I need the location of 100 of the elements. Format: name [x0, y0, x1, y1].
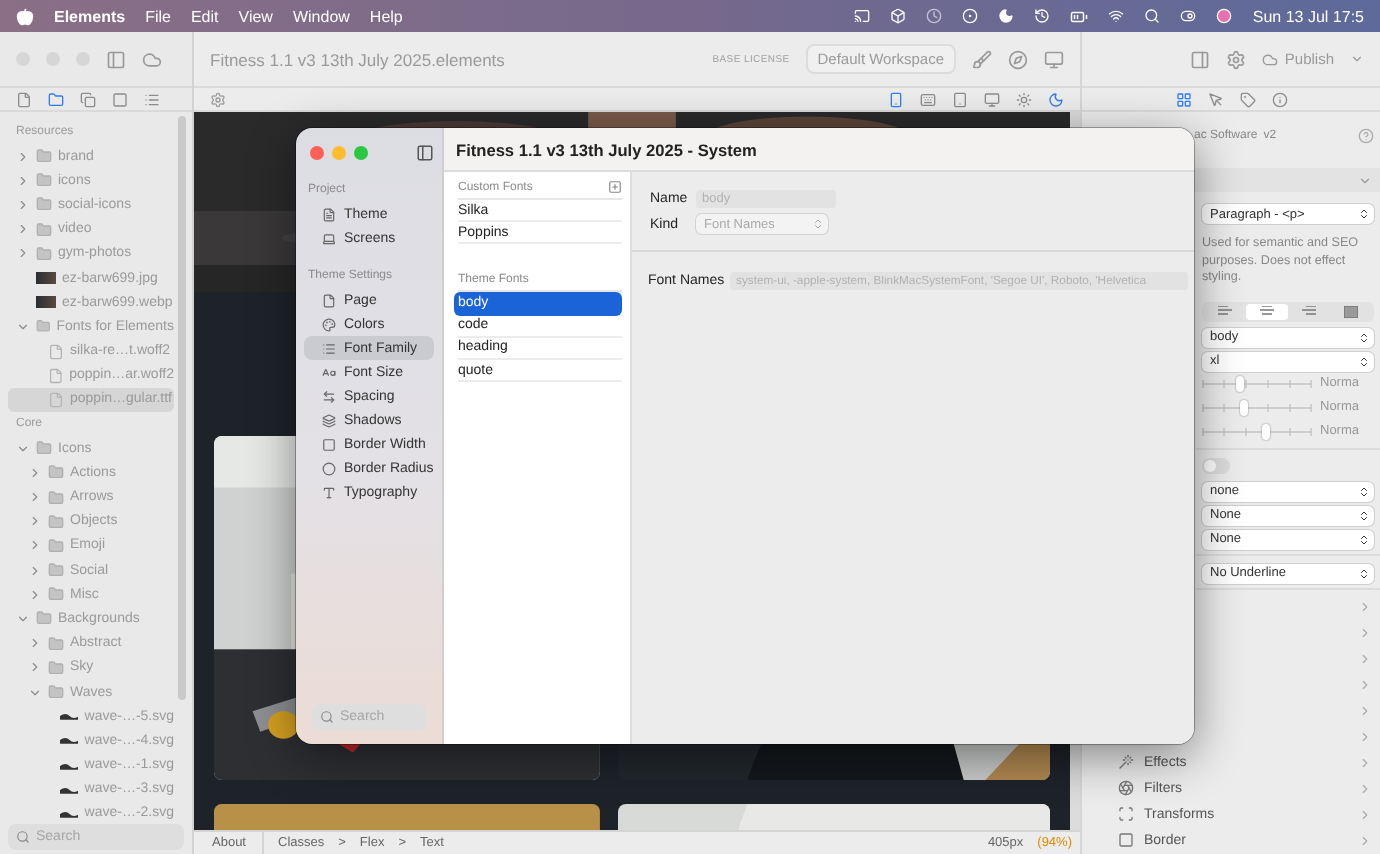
slider[interactable] — [1202, 375, 1312, 391]
search-icon — [16, 830, 30, 844]
wifi-icon[interactable] — [1108, 8, 1125, 24]
search-icon — [320, 710, 334, 724]
circle-icon — [322, 461, 336, 475]
slider-thumb[interactable] — [1261, 423, 1270, 439]
compass-icon[interactable] — [1008, 49, 1028, 69]
info-icon[interactable] — [1271, 91, 1287, 107]
wand-icon — [1118, 754, 1134, 770]
document-icon — [322, 207, 336, 221]
search-icon[interactable] — [1144, 8, 1161, 24]
chevron-down-icon[interactable] — [16, 611, 30, 626]
scrollbar[interactable] — [178, 116, 186, 700]
grid-icon[interactable] — [1175, 91, 1191, 107]
align-option[interactable] — [1246, 303, 1288, 319]
page-icon — [322, 293, 336, 307]
sidebar-tab[interactable] — [112, 91, 128, 107]
phone-icon[interactable] — [888, 91, 904, 107]
panel-icon[interactable] — [1190, 49, 1211, 69]
chevron-down-icon[interactable] — [28, 685, 42, 700]
chevron-right-icon[interactable] — [28, 514, 42, 529]
monitor-icon[interactable] — [1044, 49, 1064, 69]
close-button[interactable] — [310, 145, 324, 159]
chevron-right-icon[interactable] — [16, 197, 30, 212]
square-icon — [322, 437, 336, 451]
box-icon[interactable] — [890, 8, 907, 24]
monitor-icon[interactable] — [984, 91, 1000, 107]
folder-icon — [36, 148, 52, 165]
toggle-switch[interactable] — [1202, 457, 1230, 473]
settings-icon[interactable] — [1226, 49, 1247, 69]
cloud-icon[interactable] — [142, 49, 162, 69]
palette-icon — [322, 317, 336, 331]
slider-thumb[interactable] — [1236, 375, 1245, 391]
chevron-right-icon[interactable] — [28, 660, 42, 675]
help-icon[interactable] — [1358, 128, 1374, 144]
slider[interactable] — [1202, 423, 1312, 439]
keyboard-icon[interactable] — [920, 91, 936, 107]
text-size-icon — [322, 365, 336, 379]
menu-item[interactable]: View — [238, 7, 273, 25]
chevron-right-icon[interactable] — [28, 490, 42, 505]
siri-icon[interactable] — [1216, 8, 1233, 24]
battery-icon[interactable] — [1070, 7, 1089, 25]
sidebar-tab[interactable] — [144, 91, 160, 107]
pointer-icon[interactable] — [1207, 91, 1223, 107]
slider-thumb[interactable] — [1240, 399, 1249, 415]
tag-icon[interactable] — [1239, 91, 1255, 107]
clock-text[interactable]: Sun 13 Jul 17:5 — [1252, 7, 1364, 25]
chevron-down-icon[interactable] — [16, 441, 30, 456]
folder-icon — [48, 464, 64, 481]
type-icon — [322, 485, 336, 499]
file-icon — [47, 367, 64, 384]
align-right-icon — [1302, 305, 1316, 317]
sidebar-icon[interactable] — [416, 143, 434, 161]
brush-icon[interactable] — [972, 49, 992, 69]
app-menu[interactable]: Elements — [54, 7, 126, 25]
slider[interactable] — [1202, 399, 1312, 415]
menu-item[interactable]: Window — [292, 7, 350, 25]
circle-icon[interactable] — [962, 8, 979, 24]
chevron-right-icon[interactable] — [28, 538, 42, 553]
control-center-icon[interactable] — [1180, 8, 1197, 24]
history-icon[interactable] — [1034, 8, 1051, 24]
aperture-icon — [1118, 780, 1134, 796]
menu-item[interactable]: Help — [369, 7, 403, 25]
moon-icon[interactable] — [1048, 91, 1064, 107]
file-icon — [48, 391, 64, 408]
alignment-control[interactable] — [1202, 301, 1374, 321]
zoom-button[interactable] — [354, 145, 368, 159]
folder-icon — [48, 513, 64, 530]
folder-icon — [36, 172, 52, 189]
chevron-right-icon[interactable] — [28, 563, 42, 578]
chevron-right-icon[interactable] — [16, 222, 30, 237]
menu-item[interactable]: Edit — [190, 7, 219, 25]
folder-icon — [48, 635, 64, 652]
laptop-icon — [322, 231, 336, 245]
list-icon — [322, 341, 336, 355]
sidebar-tab[interactable] — [48, 91, 64, 107]
menu-item[interactable]: File — [145, 7, 171, 25]
chevron-right-icon[interactable] — [16, 246, 30, 261]
add-icon[interactable] — [608, 180, 622, 194]
clock-icon[interactable] — [926, 8, 943, 24]
caret-icon[interactable] — [1350, 52, 1364, 66]
folder-icon — [36, 610, 52, 627]
frame-icon — [1118, 806, 1134, 822]
apple-icon[interactable] — [16, 7, 34, 25]
sidebar-icon[interactable] — [106, 49, 126, 69]
chevron-right-icon[interactable] — [28, 465, 42, 480]
sidebar-tab[interactable] — [80, 91, 96, 107]
chevron-down-icon[interactable] — [16, 319, 30, 334]
cast-icon[interactable] — [854, 8, 871, 24]
tablet-icon[interactable] — [952, 91, 968, 107]
chevron-right-icon[interactable] — [28, 587, 42, 602]
folder-icon — [36, 221, 52, 238]
sun-icon[interactable] — [1016, 91, 1032, 107]
sidebar-tab[interactable] — [16, 91, 32, 107]
chevron-right-icon[interactable] — [16, 173, 30, 188]
settings-icon[interactable] — [210, 91, 226, 107]
chevron-right-icon[interactable] — [28, 636, 42, 651]
chevron-right-icon[interactable] — [16, 149, 30, 164]
folder-icon — [36, 318, 51, 335]
dialog-title: Fitness 1.1 v3 13th July 2025 - System — [444, 128, 1194, 172]
